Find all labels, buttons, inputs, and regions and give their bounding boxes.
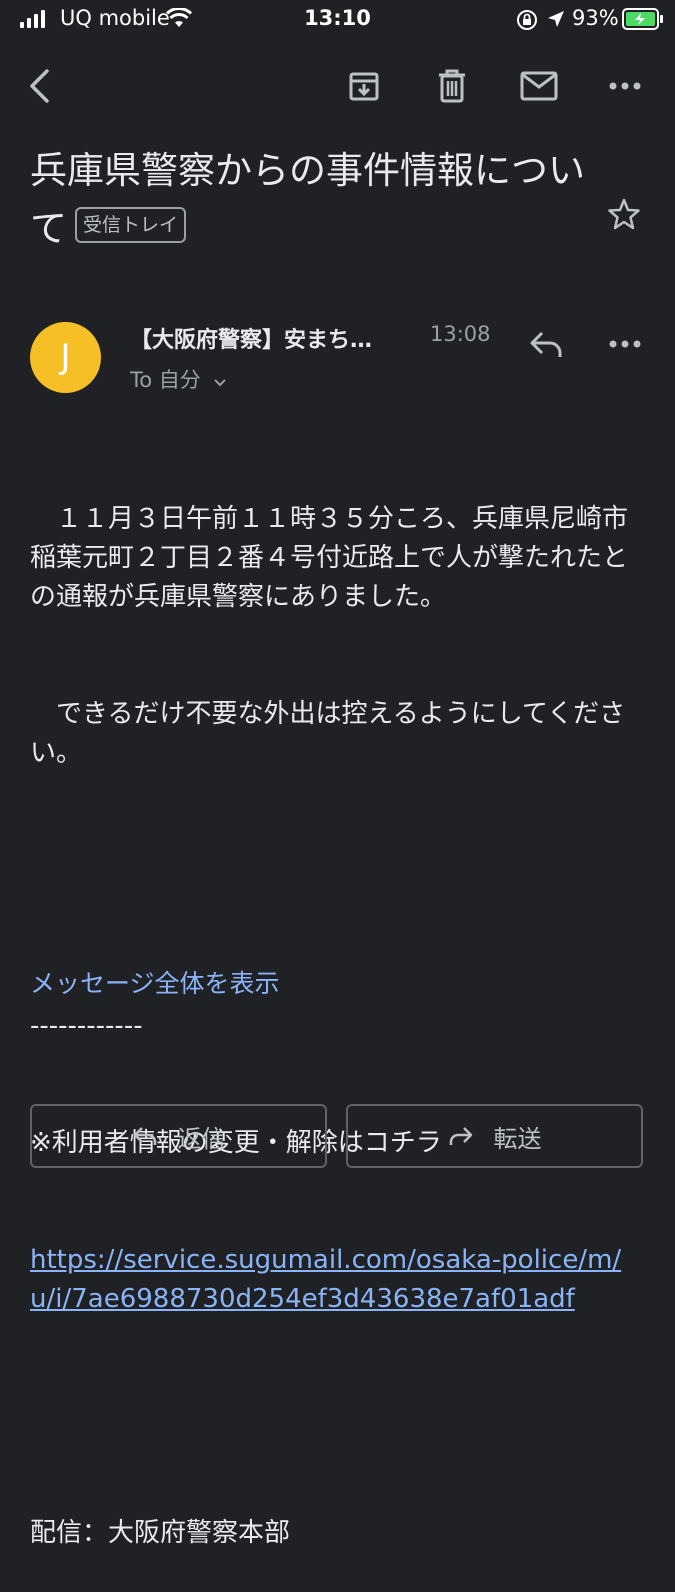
battery-icon — [622, 8, 664, 34]
reply-icon — [132, 1126, 158, 1146]
forward-button-label: 転送 — [493, 1124, 542, 1153]
archive-icon[interactable] — [340, 62, 388, 110]
rotation-lock-icon — [516, 9, 538, 35]
sender-footer: 配信：大阪府警察本部 — [30, 1518, 291, 1548]
status-bar: UQ mobile 13:10 93% — [0, 0, 675, 40]
body-paragraph-2: できるだけ不要な外出は控えるようにしてください。 — [30, 699, 626, 768]
avatar[interactable]: J — [30, 322, 101, 393]
body-paragraph-1: １１月３日午前１１時３５分ころ、兵庫県尼崎市稲葉元町２丁目２番４号付近路上で人が… — [30, 504, 629, 612]
sender-name[interactable]: 【大阪府警察】安まち… — [130, 322, 410, 354]
more-options-icon[interactable] — [601, 320, 649, 368]
forward-icon — [448, 1126, 474, 1146]
reply-button-label: 返信 — [177, 1124, 226, 1153]
email-subject: 兵庫県警察からの事件情報について 受信トレイ — [30, 142, 600, 258]
recipient-details[interactable]: To 自分 — [130, 364, 227, 394]
star-icon[interactable] — [600, 190, 648, 238]
unsubscribe-link[interactable]: https://service.sugumail.com/osaka-polic… — [30, 1241, 645, 1319]
back-arrow-icon[interactable] — [16, 62, 64, 110]
reply-button[interactable]: 返信 — [30, 1104, 327, 1168]
separator: ------------ — [30, 1011, 143, 1041]
battery-percent: 93% — [572, 6, 619, 30]
more-horizontal-icon[interactable] — [601, 62, 649, 110]
reply-icon[interactable] — [522, 320, 570, 368]
mail-icon[interactable] — [515, 62, 563, 110]
show-full-message-link[interactable]: メッセージ全体を表示 — [30, 964, 280, 1000]
inbox-label[interactable]: 受信トレイ — [75, 206, 187, 243]
chevron-down-icon — [213, 369, 227, 393]
trash-icon[interactable] — [428, 62, 476, 110]
forward-button[interactable]: 転送 — [346, 1104, 643, 1168]
location-icon — [546, 9, 566, 33]
email-time: 13:08 — [430, 322, 491, 346]
email-body: １１月３日午前１１時３５分ころ、兵庫県尼崎市稲葉元町２丁目２番４号付近路上で人が… — [30, 422, 645, 1592]
recipient-text: To 自分 — [130, 368, 201, 392]
